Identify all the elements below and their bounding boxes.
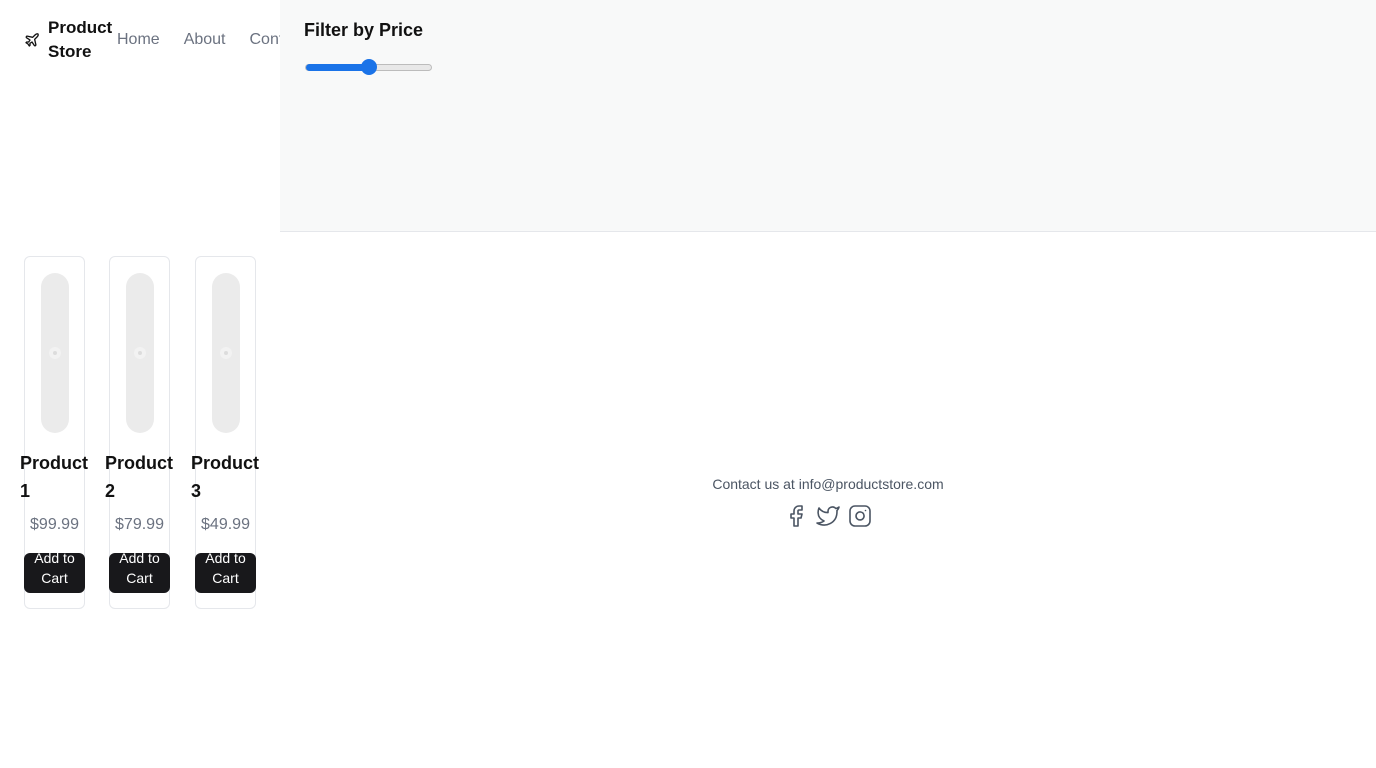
- filter-title: Filter by Price: [304, 20, 424, 40]
- product-price: $49.99: [201, 516, 250, 533]
- footer: Contact us at info@productstore.com: [280, 474, 1376, 528]
- plane-icon: [24, 32, 40, 48]
- instagram-icon[interactable]: [848, 504, 872, 528]
- product-name: Product 1: [20, 453, 89, 501]
- product-card: Product 3 $49.99 Add to Cart: [191, 256, 259, 609]
- product-card: Product 2 $79.99 Add to Cart: [105, 256, 173, 609]
- product-name: Product 2: [105, 453, 174, 501]
- add-to-cart-button[interactable]: Add to Cart: [109, 553, 170, 593]
- product-card: Product 1 $99.99 Add to Cart: [20, 256, 88, 609]
- product-name: Product 3: [191, 453, 260, 501]
- add-to-cart-label: Add to Cart: [119, 553, 160, 586]
- price-slider-thumb[interactable]: [360, 59, 377, 75]
- social-links: [280, 504, 1376, 528]
- image-placeholder-icon: [212, 273, 240, 433]
- nav-link-about[interactable]: About: [184, 30, 226, 50]
- image-placeholder-icon: [41, 273, 69, 433]
- filter-panel: Filter by Price: [280, 0, 1376, 232]
- add-to-cart-label: Add to Cart: [34, 553, 75, 586]
- nav-link-home[interactable]: Home: [117, 30, 160, 50]
- main-nav: Home About Contact: [117, 30, 305, 50]
- image-placeholder-icon: [126, 273, 154, 433]
- add-to-cart-button[interactable]: Add to Cart: [24, 553, 85, 593]
- twitter-icon[interactable]: [816, 504, 840, 528]
- product-price: $79.99: [115, 516, 164, 533]
- price-slider-fill: [306, 64, 369, 71]
- add-to-cart-button[interactable]: Add to Cart: [195, 553, 256, 593]
- brand[interactable]: Product Store: [24, 16, 112, 64]
- price-slider[interactable]: [305, 59, 432, 75]
- footer-contact-text: Contact us at info@productstore.com: [712, 476, 944, 492]
- facebook-icon[interactable]: [784, 504, 808, 528]
- product-price: $99.99: [30, 516, 79, 533]
- add-to-cart-label: Add to Cart: [205, 553, 246, 586]
- page: Product Store Home About Contact Filter …: [0, 0, 1376, 768]
- brand-name: Product Store: [48, 18, 113, 61]
